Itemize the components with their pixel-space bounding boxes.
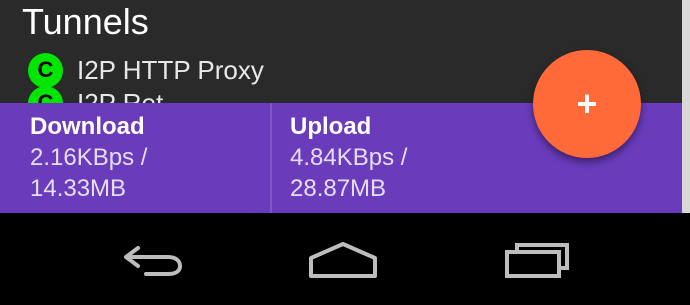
tunnel-label: I2P HTTP Proxy: [77, 54, 264, 85]
recents-button[interactable]: [497, 235, 577, 285]
upload-rate: 4.84KBps /: [290, 144, 408, 171]
back-button[interactable]: [113, 235, 193, 285]
download-total: 14.33MB: [30, 175, 127, 202]
upload-total: 28.87MB: [290, 175, 387, 202]
add-tunnel-button[interactable]: +: [533, 50, 641, 158]
tunnel-status-badge: C: [28, 52, 63, 88]
back-icon: [124, 246, 183, 276]
page-title: Tunnels: [22, 1, 149, 42]
upload-stat: Upload 4.84KBps / 28.87MB: [272, 103, 544, 213]
app-screen: Tunnels C I2P HTTP Proxy C I2P Ret Downl…: [0, 0, 690, 305]
plus-icon: +: [576, 83, 598, 124]
download-stat: Download 2.16KBps / 14.33MB: [0, 103, 272, 213]
scroll-edge: [682, 0, 690, 215]
home-icon: [309, 242, 377, 278]
recents-icon: [505, 243, 569, 278]
home-button[interactable]: [303, 235, 383, 285]
system-navigation-bar: [0, 213, 690, 305]
upload-title: Upload: [290, 113, 372, 140]
download-title: Download: [30, 113, 145, 140]
download-rate: 2.16KBps /: [30, 144, 148, 171]
